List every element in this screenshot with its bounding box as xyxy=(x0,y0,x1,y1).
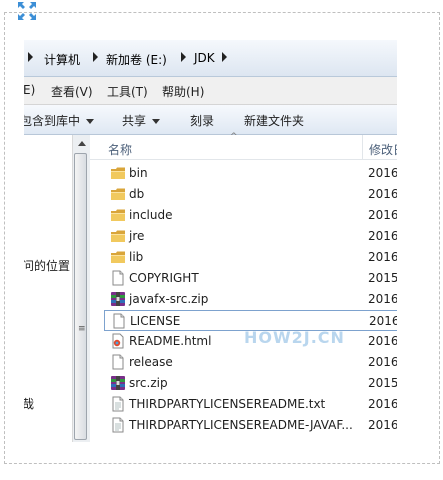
file-row[interactable]: THIRDPARTYLICENSEREADME-JAVAF... 2016 xyxy=(104,415,397,436)
file-name: src.zip xyxy=(129,376,168,390)
text-file-icon xyxy=(110,396,126,412)
chevron-down-icon xyxy=(86,119,95,124)
file-row[interactable]: db 2016 xyxy=(104,184,397,205)
column-header: ^ 名称 修改日 xyxy=(90,132,397,160)
file-date: 2016 xyxy=(368,250,397,264)
navigation-pane: 问的位置 哉 xyxy=(24,135,72,442)
file-name: THIRDPARTYLICENSEREADME-JAVAF... xyxy=(129,418,353,432)
file-name: README.html xyxy=(129,334,212,348)
image-frame-edge xyxy=(439,12,440,464)
file-date: 2015 xyxy=(368,271,397,285)
file-icon xyxy=(110,270,126,286)
file-row[interactable]: javafx-src.zip 2016 xyxy=(104,289,397,310)
share-label: 共享 xyxy=(122,114,147,128)
file-name: release xyxy=(129,355,173,369)
file-date: 2016 xyxy=(368,418,397,432)
folder-icon xyxy=(110,207,126,223)
file-date: 2016 xyxy=(368,229,397,243)
file-row[interactable]: THIRDPARTYLICENSEREADME.txt 2016 xyxy=(104,394,397,415)
file-row[interactable]: src.zip 2015 xyxy=(104,373,397,394)
menu-edit[interactable]: E) xyxy=(24,83,35,97)
file-date: 2016 xyxy=(368,334,397,348)
folder-icon xyxy=(110,186,126,202)
file-name: COPYRIGHT xyxy=(129,271,199,285)
breadcrumb-drive[interactable]: 新加卷 (E:) xyxy=(106,51,167,68)
file-date: 2015 xyxy=(368,376,397,390)
menu-help[interactable]: 帮助(H) xyxy=(162,83,204,100)
file-date: 2016 xyxy=(368,355,397,369)
nav-item-recent-places[interactable]: 问的位置 xyxy=(24,257,70,274)
menu-view[interactable]: 查看(V) xyxy=(51,83,93,100)
folder-icon xyxy=(110,249,126,265)
scrollbar-thumb[interactable]: ≡ xyxy=(74,153,87,440)
command-bar: 包含到库中 共享 刻录 新建文件夹 xyxy=(24,105,397,135)
file-date: 2016 xyxy=(369,314,397,328)
file-name: LICENSE xyxy=(130,314,181,328)
file-name: db xyxy=(129,187,145,201)
file-name: include xyxy=(129,208,173,222)
menu-bar: E) 查看(V) 工具(T) 帮助(H) xyxy=(24,77,397,105)
file-date: 2016 xyxy=(368,292,397,306)
breadcrumb-arrow-icon[interactable] xyxy=(222,52,227,62)
file-list: ^ 名称 修改日 bin 2016 db 2016 include 2016 jre 2016… xyxy=(90,132,397,442)
breadcrumb-arrow-icon[interactable] xyxy=(28,52,33,62)
breadcrumb-computer[interactable]: 计算机 xyxy=(44,51,80,68)
file-name: jre xyxy=(129,229,145,243)
file-name: bin xyxy=(129,166,148,180)
file-row[interactable]: jre 2016 xyxy=(104,226,397,247)
explorer-screenshot: 计算机 新加卷 (E:) JDK E) 查看(V) 工具(T) 帮助(H) 包含… xyxy=(24,40,397,442)
watermark: HOW2J.CN xyxy=(244,328,345,347)
column-header-name[interactable]: 名称 xyxy=(108,141,132,158)
nav-item-network[interactable]: 哉 xyxy=(24,395,34,412)
include-in-library-label: 包含到库中 xyxy=(24,114,81,128)
file-icon xyxy=(110,354,126,370)
file-row[interactable]: include 2016 xyxy=(104,205,397,226)
file-date: 2016 xyxy=(368,397,397,411)
new-folder-button[interactable]: 新建文件夹 xyxy=(244,112,304,129)
archive-icon xyxy=(110,291,126,307)
text-file-icon xyxy=(110,417,126,433)
scroll-up-arrow-icon[interactable] xyxy=(78,141,86,146)
address-bar[interactable]: 计算机 新加卷 (E:) JDK xyxy=(24,40,397,77)
file-date: 2016 xyxy=(368,166,397,180)
chevron-down-icon xyxy=(152,119,161,124)
share-button[interactable]: 共享 xyxy=(122,112,161,129)
column-divider[interactable] xyxy=(362,135,363,159)
html-file-icon xyxy=(110,333,126,349)
file-name: lib xyxy=(129,250,144,264)
file-row[interactable]: lib 2016 xyxy=(104,247,397,268)
archive-icon xyxy=(110,375,126,391)
file-row[interactable]: bin 2016 xyxy=(104,163,397,184)
file-date: 2016 xyxy=(368,187,397,201)
file-name: THIRDPARTYLICENSEREADME.txt xyxy=(129,397,326,411)
file-icon xyxy=(111,313,127,329)
menu-tools[interactable]: 工具(T) xyxy=(107,83,148,100)
nav-scrollbar[interactable]: ≡ xyxy=(72,135,90,442)
sort-arrow-icon: ^ xyxy=(230,132,238,142)
breadcrumb-arrow-icon[interactable] xyxy=(181,52,186,62)
grip-icon: ≡ xyxy=(78,324,86,334)
file-row[interactable]: COPYRIGHT 2015 xyxy=(104,268,397,289)
breadcrumb-arrow-icon[interactable] xyxy=(93,52,98,62)
file-name: javafx-src.zip xyxy=(129,292,209,306)
folder-icon xyxy=(110,165,126,181)
breadcrumb-jdk[interactable]: JDK xyxy=(194,51,215,65)
file-row[interactable]: release 2016 xyxy=(104,352,397,373)
file-date: 2016 xyxy=(368,208,397,222)
folder-icon xyxy=(110,228,126,244)
include-in-library-button[interactable]: 包含到库中 xyxy=(24,112,95,129)
burn-button[interactable]: 刻录 xyxy=(190,112,214,129)
expand-icon[interactable] xyxy=(17,1,37,21)
column-header-date[interactable]: 修改日 xyxy=(369,141,397,158)
